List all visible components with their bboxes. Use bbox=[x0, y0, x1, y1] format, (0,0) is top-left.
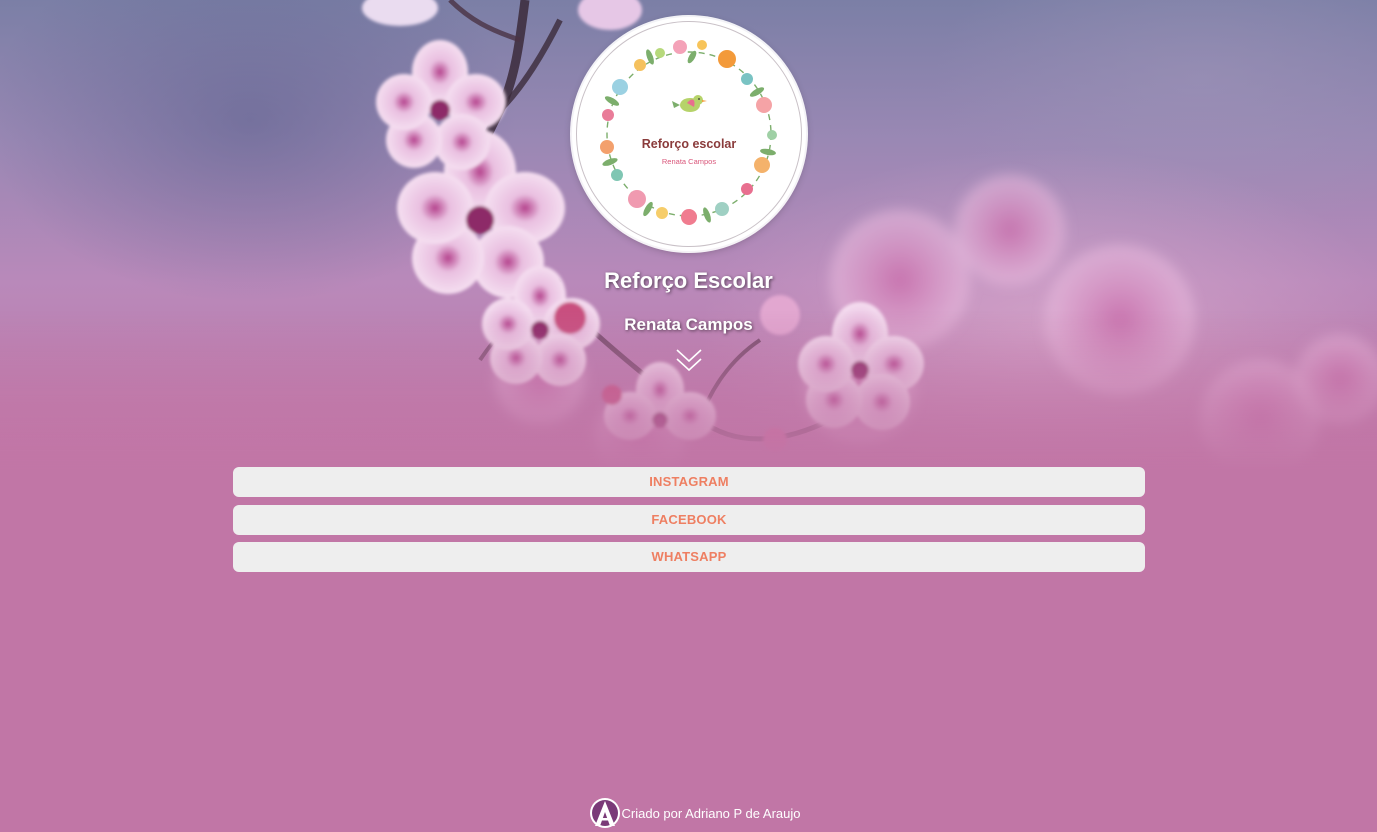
author-credit-text: Criado por Adriano P de Araujo bbox=[621, 805, 801, 821]
page-title: Reforço Escolar bbox=[604, 268, 773, 293]
social-links-list: INSTAGRAM FACEBOOK WHATSAPP bbox=[233, 467, 1145, 580]
profile-logo: Reforço escolar Renata Campos bbox=[572, 17, 806, 251]
facebook-link-button[interactable]: FACEBOOK bbox=[233, 504, 1145, 535]
logo-subtitle-text: Renata Campos bbox=[661, 157, 717, 166]
whatsapp-link-button[interactable]: WHATSAPP bbox=[233, 542, 1145, 572]
author-credit-link[interactable]: Criado por Adriano P de Araujo bbox=[589, 797, 801, 829]
logo-title-text: Reforço escolar bbox=[641, 137, 737, 151]
footer: Criado por Adriano P de Araujo bbox=[0, 797, 1377, 832]
floral-wreath-icon bbox=[600, 40, 777, 225]
letter-a-logo-icon bbox=[589, 798, 620, 828]
double-chevron-down-icon[interactable] bbox=[675, 348, 703, 374]
instagram-link-button[interactable]: INSTAGRAM bbox=[233, 467, 1145, 497]
page-subtitle: Renata Campos bbox=[624, 315, 753, 334]
